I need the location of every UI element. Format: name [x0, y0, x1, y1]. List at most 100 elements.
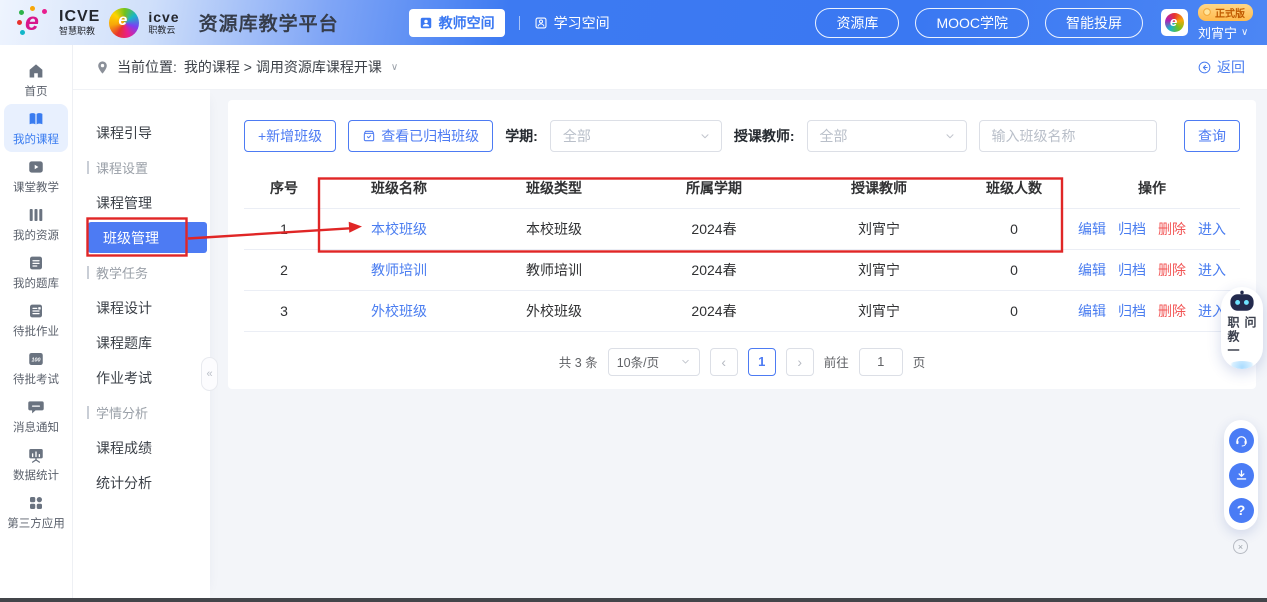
submenu-item-course-guide[interactable]: 课程引导: [73, 115, 210, 150]
cell-teacher: 刘宵宁: [794, 290, 964, 331]
avatar-logo-icon: [1165, 13, 1184, 32]
page-size-select[interactable]: 10条/页: [608, 348, 700, 376]
apps-icon: [27, 494, 45, 512]
sidebar-item-statistics[interactable]: 数据统计: [4, 440, 68, 488]
customer-service-button[interactable]: [1229, 428, 1254, 453]
class-name-input[interactable]: [979, 120, 1157, 152]
logo-dot: [20, 30, 25, 35]
resource-library-button[interactable]: 资源库: [815, 8, 899, 38]
medal-icon: [1202, 7, 1212, 17]
sidebar-item-pending-homework[interactable]: 待批作业: [4, 296, 68, 344]
col-header-class-name: 班级名称: [324, 168, 474, 208]
submenu-item-class-management[interactable]: 班级管理: [88, 222, 207, 253]
home-icon: [27, 62, 45, 80]
next-page-button[interactable]: [786, 348, 814, 376]
user-cluster: 正式版 刘宵宁: [1161, 4, 1253, 42]
edit-link[interactable]: 编辑: [1078, 221, 1106, 237]
tab-teacher-space[interactable]: 教师空间: [409, 9, 505, 37]
sidebar-item-classroom[interactable]: 课堂教学: [4, 152, 68, 200]
submenu-item-course-management[interactable]: 课程管理: [73, 185, 210, 220]
teacher-space-label: 教师空间: [439, 13, 495, 33]
platform-title: 资源库教学平台: [199, 9, 339, 36]
delete-link[interactable]: 删除: [1158, 262, 1186, 278]
col-header-class-type: 班级类型: [474, 168, 634, 208]
tab-learning-space[interactable]: 学习空间: [534, 13, 610, 33]
class-name-link[interactable]: 外校班级: [371, 303, 427, 319]
cell-index: 2: [244, 249, 324, 290]
primary-sidebar: 首页 我的课程 课堂教学 我的资源 我的题库 待批作业 100 待批考试 消息通: [0, 45, 73, 602]
chevron-down-icon: [944, 130, 956, 142]
class-table: 序号 班级名称 班级类型 所属学期 授课教师 班级人数 操作 1 本校班级 本校…: [244, 168, 1240, 332]
cell-operations: 编辑归档删除进入: [1064, 208, 1240, 249]
close-floating-button[interactable]: [1233, 539, 1248, 554]
edit-link[interactable]: 编辑: [1078, 303, 1106, 319]
toolbar: +新增班级 查看已归档班级 学期: 全部 授课教师: 全部 查询: [244, 120, 1240, 152]
course-submenu: 课程引导 课程设置 课程管理 班级管理 教学任务 课程设计 课程题库 作业考试 …: [73, 90, 210, 598]
learning-space-icon: [534, 16, 548, 30]
archive-icon: [362, 129, 376, 143]
zjy-logo-text: icve 职教云: [148, 10, 179, 35]
delete-link[interactable]: 删除: [1158, 221, 1186, 237]
sidebar-item-label: 待批考试: [13, 371, 59, 387]
archive-link[interactable]: 归档: [1118, 303, 1146, 319]
submenu-item-course-grades[interactable]: 课程成绩: [73, 430, 210, 465]
archive-link[interactable]: 归档: [1118, 262, 1146, 278]
sidebar-item-my-resources[interactable]: 我的资源: [4, 200, 68, 248]
back-button[interactable]: 返回: [1197, 57, 1245, 77]
sidebar-item-my-courses[interactable]: 我的课程: [4, 104, 68, 152]
icve-logo-text: ICVE 智慧职教: [59, 9, 100, 36]
search-button[interactable]: 查询: [1184, 120, 1240, 152]
teacher-select[interactable]: 全部: [807, 120, 967, 152]
logo-dot: [19, 10, 24, 15]
prev-page-button[interactable]: [710, 348, 738, 376]
delete-link[interactable]: 删除: [1158, 303, 1186, 319]
assistant-label: 职教一问: [1225, 316, 1259, 369]
avatar[interactable]: [1161, 9, 1188, 36]
view-archived-button[interactable]: 查看已归档班级: [348, 120, 493, 152]
homework-icon: [27, 302, 45, 320]
cell-semester: 2024春: [634, 249, 794, 290]
submenu-item-homework-exam[interactable]: 作业考试: [73, 360, 210, 395]
mooc-college-button[interactable]: MOOC学院: [915, 8, 1029, 38]
breadcrumb-path[interactable]: 我的课程 > 调用资源库课程开课: [184, 57, 382, 77]
cell-student-count: 0: [964, 290, 1064, 331]
user-menu[interactable]: 刘宵宁: [1198, 23, 1248, 42]
download-icon: [1234, 468, 1249, 483]
zjy-brand: icve: [148, 10, 179, 24]
cell-operations: 编辑归档删除进入: [1064, 249, 1240, 290]
submenu-section-teaching-tasks: 教学任务: [73, 255, 210, 290]
class-name-link[interactable]: 本校班级: [371, 221, 427, 237]
assistant-widget[interactable]: 职教一问: [1221, 287, 1263, 369]
zjy-brand-sub: 职教云: [148, 26, 179, 35]
enter-link[interactable]: 进入: [1198, 221, 1226, 237]
sidebar-item-third-party-apps[interactable]: 第三方应用: [4, 488, 68, 536]
download-button[interactable]: [1229, 463, 1254, 488]
archive-link[interactable]: 归档: [1118, 221, 1146, 237]
add-class-button[interactable]: +新增班级: [244, 120, 336, 152]
current-page-button[interactable]: 1: [748, 348, 776, 376]
smart-cast-button[interactable]: 智能投屏: [1045, 8, 1143, 38]
sidebar-item-messages[interactable]: 消息通知: [4, 392, 68, 440]
class-name-link[interactable]: 教师培训: [371, 262, 427, 278]
goto-page-input[interactable]: [859, 348, 903, 376]
semester-select[interactable]: 全部: [550, 120, 722, 152]
content-area: 当前位置: 我的课程 > 调用资源库课程开课 ∨ 返回 课程引导 课程设置 课程…: [73, 45, 1267, 602]
username-label: 刘宵宁: [1198, 23, 1237, 42]
icve-logo-icon: e: [18, 6, 50, 40]
submenu-item-course-design[interactable]: 课程设计: [73, 290, 210, 325]
sidebar-item-home[interactable]: 首页: [4, 56, 68, 104]
edit-link[interactable]: 编辑: [1078, 262, 1106, 278]
help-button[interactable]: [1229, 498, 1254, 523]
submenu-collapse-button[interactable]: [201, 357, 218, 391]
chevron-down-icon[interactable]: ∨: [391, 62, 398, 73]
header-quick-links: 资源库 MOOC学院 智能投屏: [815, 8, 1143, 38]
submenu-item-statistical-analysis[interactable]: 统计分析: [73, 465, 210, 500]
chevron-down-icon: [699, 130, 711, 142]
sidebar-item-pending-exams[interactable]: 100 待批考试: [4, 344, 68, 392]
cell-class-type: 外校班级: [474, 290, 634, 331]
goto-suffix: 页: [913, 352, 926, 371]
enter-link[interactable]: 进入: [1198, 262, 1226, 278]
submenu-item-course-question-bank[interactable]: 课程题库: [73, 325, 210, 360]
sidebar-item-question-bank[interactable]: 我的题库: [4, 248, 68, 296]
space-nav: 教师空间 学习空间: [409, 9, 610, 37]
